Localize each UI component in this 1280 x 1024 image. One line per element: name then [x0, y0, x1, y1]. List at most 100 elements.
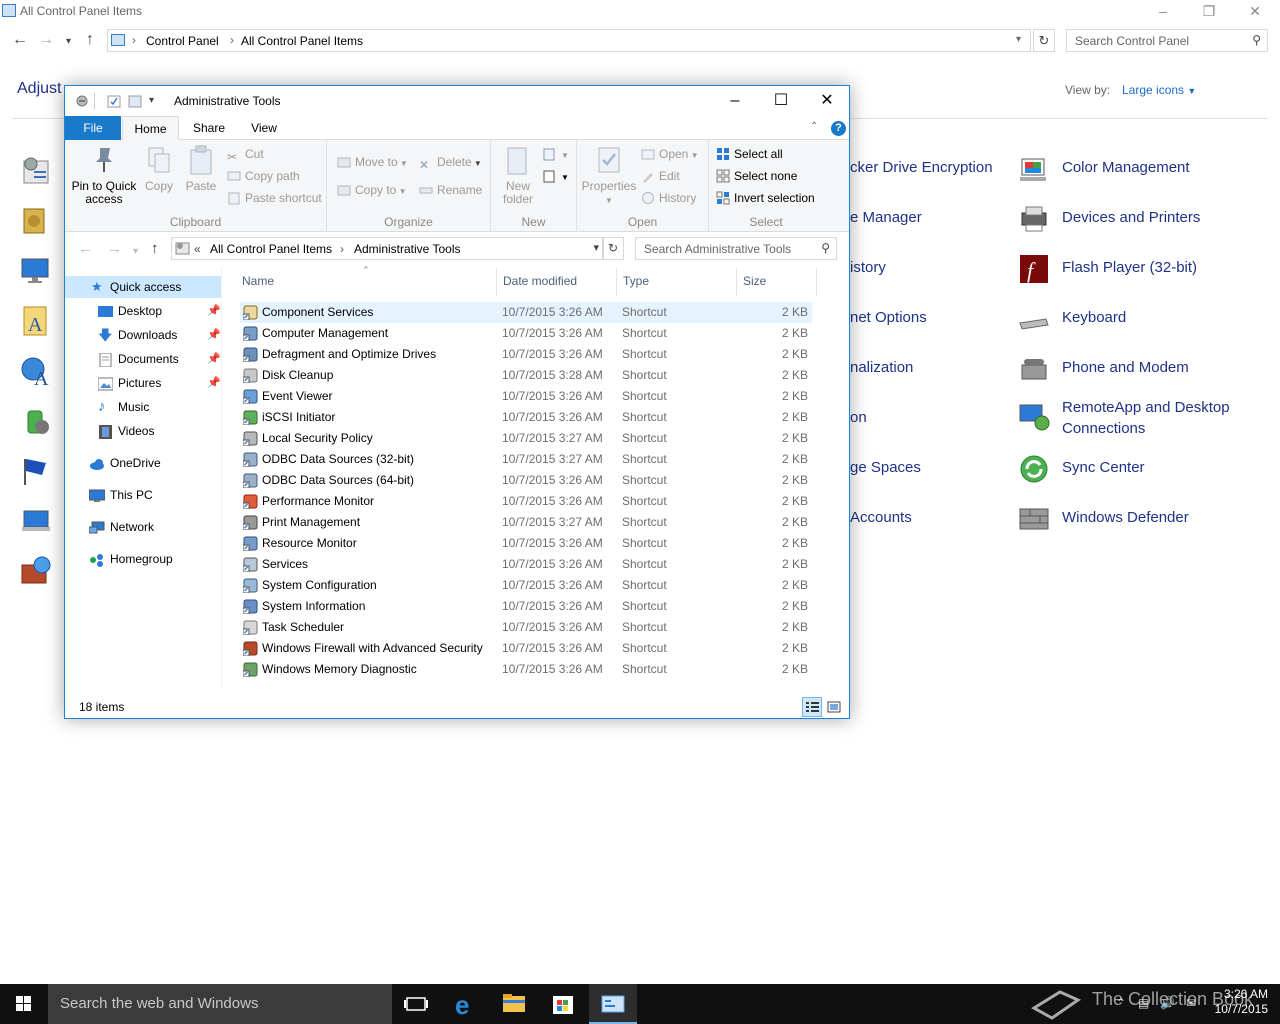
invert-selection-button[interactable]: Invert selection	[716, 188, 815, 208]
search-input[interactable]: Search Control Panel ⚲	[1066, 29, 1268, 52]
file-row[interactable]: ODBC Data Sources (64-bit) 10/7/2015 3:26…	[240, 470, 812, 491]
column-header-name[interactable]: Name	[242, 274, 274, 288]
large-icons-view-button[interactable]	[824, 697, 844, 717]
pin-icon[interactable]: 📌	[207, 372, 221, 394]
start-button[interactable]	[0, 984, 48, 1024]
control-panel-taskbar-button[interactable]	[589, 984, 637, 1024]
cp-item-bitlocker[interactable]: cker Drive Encryption	[850, 159, 993, 176]
address-dropdown-icon[interactable]: ▾	[1016, 34, 1021, 45]
file-row[interactable]: System Configuration 10/7/2015 3:26 AM Sho…	[240, 575, 812, 596]
cp-item-storage-spaces[interactable]: ge Spaces	[850, 459, 921, 476]
file-row[interactable]: Performance Monitor 10/7/2015 3:26 AM Shor…	[240, 491, 812, 512]
up-arrow-icon[interactable]: ↑	[86, 32, 94, 48]
nav-this-pc[interactable]: This PC	[65, 484, 221, 506]
file-row[interactable]: Local Security Policy 10/7/2015 3:27 AM Sh…	[240, 428, 812, 449]
tab-view[interactable]: View	[239, 116, 289, 141]
cp-item-device-manager[interactable]: e Manager	[850, 209, 922, 226]
nav-homegroup[interactable]: Homegroup	[65, 548, 221, 570]
file-row[interactable]: System Information 10/7/2015 3:26 AM Short…	[240, 596, 812, 617]
cp-item-sync-center[interactable]: Sync Center	[1018, 453, 1268, 493]
close-button[interactable]: ✕	[1232, 0, 1278, 24]
customize-qat-chevron-icon[interactable]: ▾	[149, 94, 163, 108]
pin-icon[interactable]: 📌	[207, 348, 221, 370]
close-button[interactable]: ✕	[804, 86, 850, 116]
network-tray-icon[interactable]: ▤	[1138, 996, 1149, 1010]
cp-item-devices-printers[interactable]: Devices and Printers	[1018, 203, 1268, 243]
new-folder-button[interactable]: New folder	[495, 144, 541, 206]
cp-item-flash-player[interactable]: f Flash Player (32-bit)	[1018, 253, 1268, 293]
file-row[interactable]: Task Scheduler 10/7/2015 3:26 AM Shortcut 2…	[240, 617, 812, 638]
restore-button[interactable]: ❐	[1186, 0, 1232, 24]
nav-pictures[interactable]: Pictures 📌	[65, 372, 221, 394]
properties-button[interactable]: Properties ▼	[579, 144, 639, 207]
recovery-icon[interactable]	[20, 455, 52, 487]
address-dropdown-icon[interactable]: ▾	[593, 241, 599, 254]
column-divider[interactable]	[816, 268, 817, 296]
cp-item-phone-modem[interactable]: Phone and Modem	[1018, 353, 1268, 393]
edge-button[interactable]: e	[442, 984, 490, 1024]
properties-qat-icon[interactable]	[75, 94, 89, 108]
file-row[interactable]: Computer Management 10/7/2015 3:26 AM Shor…	[240, 323, 812, 344]
file-row[interactable]: ODBC Data Sources (32-bit) 10/7/2015 3:27…	[240, 449, 812, 470]
action-center-icon[interactable]: ✉	[1186, 996, 1196, 1010]
search-input[interactable]: Search Administrative Tools ⚲	[635, 237, 837, 260]
tab-share[interactable]: Share	[183, 116, 235, 141]
view-by-dropdown[interactable]: Large icons ▼	[1122, 83, 1196, 97]
tab-file[interactable]: File	[65, 116, 121, 140]
show-hidden-icons-icon[interactable]: ⌃	[1116, 996, 1126, 1010]
power-options-icon[interactable]	[20, 405, 52, 437]
cp-item-color-management[interactable]: Color Management	[1018, 153, 1268, 193]
file-row[interactable]: Windows Memory Diagnostic 10/7/2015 3:26 …	[240, 659, 812, 680]
move-to-button[interactable]: Move to ▼	[337, 152, 408, 172]
pin-to-quick-access-button[interactable]: Pin to Quick access	[71, 144, 137, 206]
details-view-button[interactable]	[802, 697, 822, 717]
file-row[interactable]: Services 10/7/2015 3:26 AM Shortcut 2 KB	[240, 554, 812, 575]
taskbar-search-box[interactable]: Search the web and Windows	[48, 984, 392, 1024]
refresh-button[interactable]: ↻	[602, 237, 624, 260]
recent-locations-chevron-icon[interactable]: ▾	[66, 34, 71, 50]
minimize-button[interactable]: –	[712, 86, 758, 116]
system-icon[interactable]	[20, 505, 52, 537]
help-button[interactable]: ?	[831, 121, 846, 136]
select-none-button[interactable]: Select none	[716, 166, 797, 186]
maximize-button[interactable]: ☐	[758, 86, 804, 116]
back-arrow-icon[interactable]: ←	[12, 32, 28, 48]
windows-firewall-icon[interactable]	[20, 555, 52, 587]
administrative-tools-icon[interactable]	[20, 155, 52, 187]
copy-to-button[interactable]: Copy to ▼	[337, 180, 407, 200]
delete-button[interactable]: ✕ Delete ▼	[419, 152, 482, 172]
file-row[interactable]: Event Viewer 10/7/2015 3:26 AM Shortcut 2 K…	[240, 386, 812, 407]
breadcrumb-overflow-icon[interactable]: «	[194, 242, 201, 256]
breadcrumb-administrative-tools[interactable]: Administrative Tools	[354, 242, 461, 256]
column-divider[interactable]	[496, 268, 497, 296]
copy-button[interactable]: Copy	[139, 144, 179, 193]
column-header-date-modified[interactable]: Date modified	[503, 274, 577, 288]
file-row[interactable]: Resource Monitor 10/7/2015 3:26 AM Shortcu…	[240, 533, 812, 554]
breadcrumb-separator-icon[interactable]: ›	[132, 33, 136, 47]
cp-item-keyboard[interactable]: Keyboard	[1018, 303, 1268, 343]
breadcrumb-separator-icon[interactable]: ›	[230, 33, 234, 47]
easy-access-button[interactable]: ▼	[543, 166, 569, 186]
nav-documents[interactable]: Documents 📌	[65, 348, 221, 370]
breadcrumb-all-control-panel-items[interactable]: All Control Panel Items	[210, 242, 332, 256]
file-row[interactable]: Print Management 10/7/2015 3:27 AM Shortcu…	[240, 512, 812, 533]
file-row[interactable]: Windows Firewall with Advanced Security 1…	[240, 638, 812, 659]
file-row[interactable]: Defragment and Optimize Drives 10/7/2015 …	[240, 344, 812, 365]
copy-path-button[interactable]: Copy path	[227, 166, 300, 186]
cp-item-personalization[interactable]: nalization	[850, 359, 913, 376]
collapse-ribbon-icon[interactable]: ⌃	[810, 121, 818, 132]
history-button[interactable]: History	[641, 188, 696, 208]
new-item-button[interactable]: ▼	[543, 144, 569, 164]
breadcrumb-control-panel[interactable]: Control Panel	[146, 34, 219, 48]
nav-onedrive[interactable]: OneDrive	[65, 452, 221, 474]
volume-icon[interactable]: 🔊	[1160, 996, 1175, 1010]
up-arrow-icon[interactable]: ↑	[151, 241, 159, 256]
breadcrumb-separator-icon[interactable]: ›	[340, 242, 344, 256]
backup-restore-icon[interactable]	[20, 205, 52, 237]
forward-arrow-icon[interactable]: →	[38, 32, 54, 48]
cp-item-windows-defender[interactable]: Windows Defender	[1018, 503, 1268, 543]
nav-videos[interactable]: Videos	[65, 420, 221, 442]
minimize-button[interactable]: –	[1140, 0, 1186, 24]
cut-button[interactable]: ✂ Cut	[227, 144, 264, 164]
file-explorer-button[interactable]	[490, 984, 538, 1024]
